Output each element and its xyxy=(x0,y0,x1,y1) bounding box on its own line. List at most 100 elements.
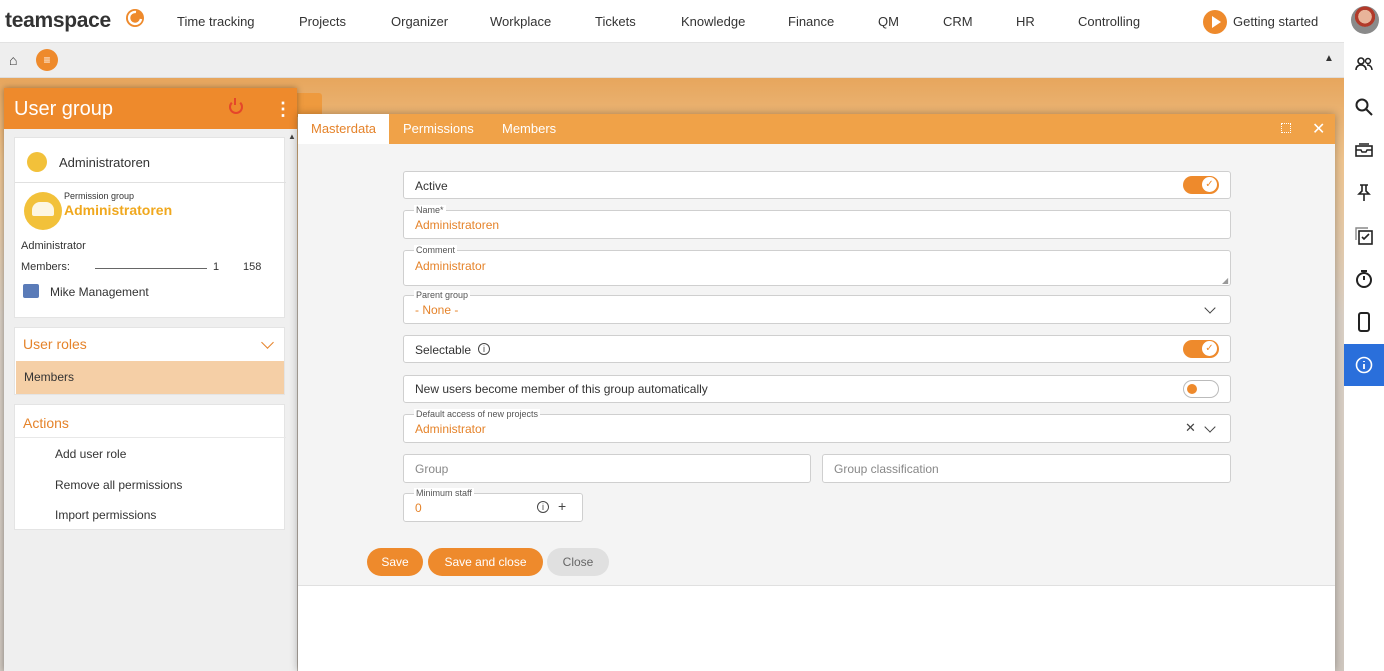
close-icon[interactable]: ✕ xyxy=(1312,119,1325,139)
actions-section: Actions Add user role Remove all permiss… xyxy=(14,404,286,530)
comment-label: Comment xyxy=(414,245,458,256)
masterdata-dialog: Masterdata Permissions Members ✕ Active … xyxy=(298,114,1335,671)
resize-handle-icon[interactable]: ◢ xyxy=(1222,276,1228,285)
group-name: Administratoren xyxy=(59,155,151,170)
nav-qm[interactable]: QM xyxy=(878,14,899,29)
dialog-footer-area xyxy=(298,585,1335,671)
group-type-name: Administratoren xyxy=(64,202,173,218)
user-roles-section: User roles Members xyxy=(14,327,285,395)
auto-member-label: New users become member of this group au… xyxy=(415,382,708,396)
checked-count: 158 xyxy=(243,261,262,273)
group-comment: Administrator xyxy=(21,240,86,252)
name-label: Name* xyxy=(414,205,446,216)
nav-crm[interactable]: CRM xyxy=(943,14,973,29)
selectable-toggle[interactable] xyxy=(1183,340,1219,358)
default-access-label: Default access of new projects xyxy=(414,409,541,420)
active-field: Active xyxy=(403,171,1231,199)
nav-knowledge[interactable]: Knowledge xyxy=(681,14,745,29)
nav-tickets[interactable]: Tickets xyxy=(595,14,636,29)
clear-icon[interactable]: ✕ xyxy=(1185,420,1196,436)
group-type-label: Permission group xyxy=(64,191,135,201)
chevron-down-icon[interactable] xyxy=(261,336,274,349)
entity-count: 1 xyxy=(213,261,220,273)
nav-organizer[interactable]: Organizer xyxy=(391,14,448,29)
plus-icon[interactable]: + xyxy=(558,498,566,514)
info-icon[interactable]: i xyxy=(537,501,549,513)
remove-all-permissions-action[interactable]: Remove all permissions xyxy=(55,478,182,492)
comment-field[interactable]: Comment Administrator ◢ xyxy=(403,245,1231,286)
pin-icon[interactable] xyxy=(1344,172,1384,214)
permission-group-icon xyxy=(24,192,62,230)
nav-projects[interactable]: Projects xyxy=(299,14,346,29)
group-classification-placeholder: Group classification xyxy=(834,462,939,476)
comment-value: Administrator xyxy=(415,259,486,273)
logo-mark-icon xyxy=(126,9,144,27)
add-user-role-action[interactable]: Add user role xyxy=(55,447,126,461)
member-name[interactable]: Mike Management xyxy=(50,285,149,299)
power-icon[interactable] xyxy=(229,98,243,114)
auto-member-toggle[interactable] xyxy=(1183,380,1219,398)
group-classification-input[interactable]: Group classification xyxy=(822,454,1231,483)
role-item-members[interactable]: Members xyxy=(16,361,284,394)
inbox-icon[interactable] xyxy=(1344,129,1384,171)
save-button[interactable]: Save xyxy=(367,548,423,576)
parent-group-value: - None - xyxy=(415,303,459,317)
nav-time-tracking[interactable]: Time tracking xyxy=(177,14,255,29)
minimum-staff-stepper[interactable]: Minimum staff 0 i + xyxy=(403,488,583,522)
maximize-icon[interactable] xyxy=(1281,123,1291,133)
info-icon[interactable]: i xyxy=(478,343,490,355)
nav-workplace[interactable]: Workplace xyxy=(490,14,551,29)
play-icon[interactable] xyxy=(1203,10,1227,34)
right-sidebar xyxy=(1344,43,1384,671)
toolbar: ⌂ ▲ xyxy=(0,43,1344,78)
stopwatch-icon[interactable] xyxy=(1344,258,1384,300)
active-label: Active xyxy=(415,179,448,193)
divider xyxy=(95,268,207,269)
collapse-up-icon[interactable]: ▲ xyxy=(1324,53,1334,64)
group-icon xyxy=(27,152,47,172)
nav-controlling[interactable]: Controlling xyxy=(1078,14,1140,29)
nav-finance[interactable]: Finance xyxy=(788,14,834,29)
minimum-staff-value: 0 xyxy=(415,501,422,515)
more-options-icon[interactable]: ⋮ xyxy=(274,100,292,118)
info-icon[interactable] xyxy=(1344,344,1384,386)
dialog-tabs: Masterdata Permissions Members ✕ xyxy=(298,114,1335,144)
default-access-select[interactable]: Default access of new projects Administr… xyxy=(403,409,1231,443)
search-icon[interactable] xyxy=(1344,86,1384,128)
parent-group-select[interactable]: Parent group - None - xyxy=(403,290,1231,324)
parent-group-label: Parent group xyxy=(414,290,471,301)
active-toggle[interactable] xyxy=(1183,176,1219,194)
top-navigation: teamspace Time tracking Projects Organiz… xyxy=(0,0,1344,43)
selectable-label: Selectable xyxy=(415,343,472,357)
chevron-down-icon[interactable] xyxy=(1204,302,1216,314)
app-logo[interactable]: teamspace xyxy=(5,9,111,33)
menu-icon[interactable]: ≡ xyxy=(36,49,58,71)
group-input[interactable]: Group xyxy=(403,454,811,483)
chevron-down-icon[interactable] xyxy=(1204,421,1216,433)
people-icon[interactable] xyxy=(1344,43,1384,85)
actions-label: Actions xyxy=(23,415,69,431)
home-icon[interactable]: ⌂ xyxy=(9,52,17,68)
nav-hr[interactable]: HR xyxy=(1016,14,1035,29)
panel-header: User group ⋮ xyxy=(4,88,297,129)
mobile-icon[interactable] xyxy=(1344,301,1384,343)
members-label: Members: xyxy=(21,261,70,273)
save-and-close-button[interactable]: Save and close xyxy=(428,548,543,576)
user-avatar[interactable] xyxy=(1351,6,1379,34)
selectable-field: Selectable i xyxy=(403,335,1231,363)
tab-masterdata[interactable]: Masterdata xyxy=(298,114,390,144)
import-permissions-action[interactable]: Import permissions xyxy=(55,508,156,522)
checklist-icon[interactable] xyxy=(1344,215,1384,257)
getting-started-link[interactable]: Getting started xyxy=(1233,14,1318,29)
group-placeholder: Group xyxy=(415,462,449,476)
user-group-panel: User group ⋮ ▲ Administratoren Permissio… xyxy=(4,88,297,671)
members-summary: Members: 1 158 xyxy=(21,261,280,275)
tab-members[interactable]: Members xyxy=(489,114,569,144)
role-item-label: Members xyxy=(24,370,75,384)
name-field[interactable]: Name* Administratoren xyxy=(403,205,1231,239)
user-roles-label[interactable]: User roles xyxy=(23,336,87,352)
scroll-up-icon[interactable]: ▲ xyxy=(288,132,296,141)
default-access-value: Administrator xyxy=(415,422,486,436)
tab-permissions[interactable]: Permissions xyxy=(390,114,487,144)
close-button[interactable]: Close xyxy=(547,548,609,576)
